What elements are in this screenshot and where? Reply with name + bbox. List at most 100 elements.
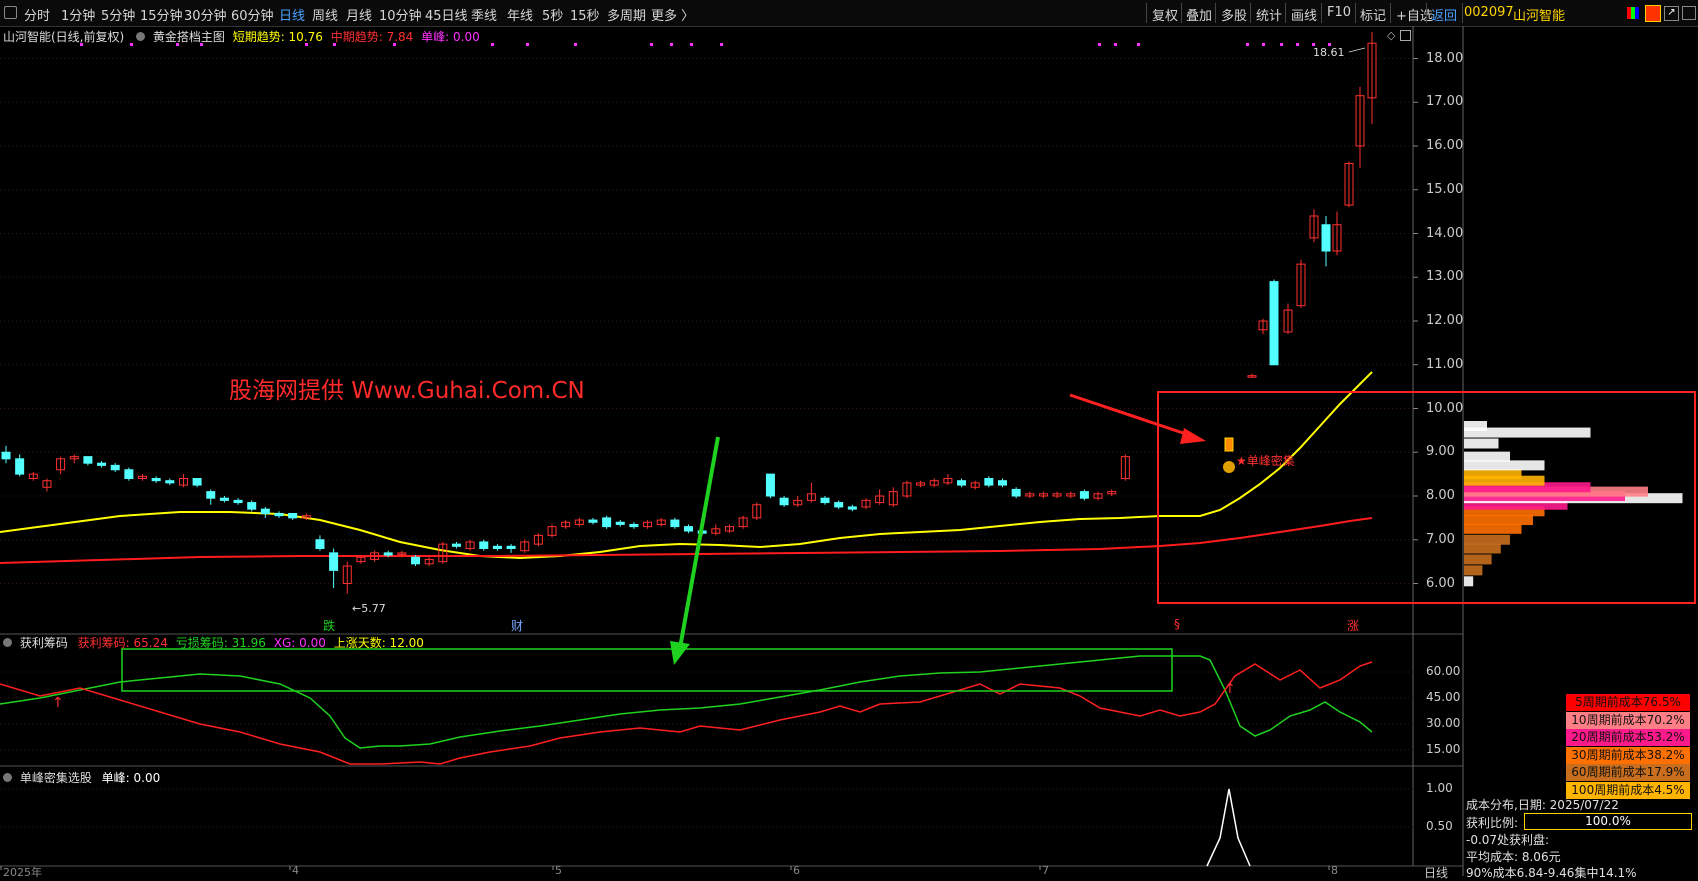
signal-dot (393, 43, 396, 46)
candle-body (315, 539, 325, 549)
highlight-box-green (121, 648, 1173, 692)
chip-band (1464, 576, 1474, 587)
sub1-axis-label: 45.00 (1426, 689, 1461, 704)
candle-body (411, 556, 421, 565)
price-axis-label: 8.00 (1426, 488, 1455, 503)
date-axis-label: 8 (1331, 864, 1338, 877)
candle-body (602, 517, 612, 528)
signal-dot (1280, 43, 1283, 46)
cost90-line: 90%成本6.84-9.46集中14.1% (1466, 866, 1637, 880)
candle-body (629, 523, 639, 528)
price-axis-label: 6.00 (1426, 575, 1455, 591)
candle-body (1269, 281, 1279, 366)
candle-body (615, 521, 625, 525)
sub2-collapse-icon[interactable] (3, 773, 12, 782)
candle-body (288, 513, 298, 519)
signal-dot (1114, 43, 1117, 46)
date-axis-label: 7 (1042, 864, 1049, 877)
avg-cost-line: 平均成本: 8.06元 (1466, 850, 1561, 864)
candle-body (779, 497, 789, 506)
chip-band (1464, 554, 1492, 565)
candle-body (1011, 488, 1021, 497)
candle-body (451, 543, 461, 547)
profit-ratio-box: 100.0% (1524, 813, 1692, 830)
candle-body (984, 478, 994, 486)
buy-arrow-icon: ↑ (1224, 681, 1236, 697)
price-axis-label: 12.00 (1426, 313, 1464, 328)
candle-body (670, 519, 680, 528)
signal-dot (305, 43, 308, 46)
cost-item[interactable]: 5周期前成本76.5% (1566, 694, 1690, 711)
price-axis-label: 15.00 (1426, 181, 1464, 197)
cost-item[interactable]: 10周期前成本70.2% (1566, 711, 1690, 729)
low-price-label: ←5.77 (352, 602, 386, 615)
profit-ratio-value: 100.0% (1585, 814, 1631, 828)
candle-body (124, 469, 134, 479)
profit-price-line: -0.07处获利盘: (1466, 833, 1550, 847)
profit-chips-label: 获利筹码: 65.24 (77, 636, 168, 650)
candle-body (997, 480, 1007, 486)
price-axis-label: 11.00 (1426, 356, 1464, 372)
candle-body (110, 464, 120, 471)
candle-body (1079, 491, 1089, 499)
watermark: 股海网提供 Www.Guhai.Com.CN (229, 378, 585, 404)
chip-band (1464, 469, 1522, 480)
event-marker-section[interactable]: § (1174, 617, 1180, 631)
signal-dot (1262, 43, 1265, 46)
cost-item[interactable]: 60周期前成本17.9% (1566, 764, 1690, 781)
date-axis-label: 5 (555, 864, 562, 877)
annotation-label: ★单峰密集 (1236, 454, 1295, 468)
signal-dot (1137, 43, 1140, 46)
profit-ratio-label: 获利比例: (1466, 816, 1519, 830)
candle-body (329, 552, 339, 571)
signal-dot (574, 43, 577, 46)
xg-label: XG: 0.00 (273, 636, 326, 650)
candle-body (957, 480, 967, 486)
candle-body (233, 499, 243, 504)
candle-body (274, 513, 284, 517)
candle-body (192, 478, 202, 486)
candle-body (260, 508, 270, 514)
signal-dot (670, 43, 673, 46)
cost-item[interactable]: 20周期前成本53.2% (1566, 729, 1690, 746)
event-marker-down[interactable]: 跌 (323, 617, 335, 634)
event-marker-finance[interactable]: 财 (511, 617, 523, 634)
price-axis-label: 9.00 (1426, 444, 1455, 460)
candle-body (83, 456, 93, 464)
date-axis-period: 日线 (1424, 866, 1449, 880)
single-peak-value: 单峰: 0.00 (101, 771, 161, 785)
candle-body (506, 545, 516, 549)
up-days-label: 上涨天数: 12.00 (333, 636, 424, 650)
candle-body (820, 497, 830, 504)
high-price-label: 18.61 (1313, 46, 1345, 59)
signal-dot (130, 43, 133, 46)
signal-dot (526, 43, 529, 46)
sub2-name[interactable]: 单峰密集选股 (20, 771, 92, 785)
candle-body (151, 478, 161, 482)
signal-dot (1246, 43, 1249, 46)
candle-body (15, 458, 25, 475)
signal-dot (1098, 43, 1101, 46)
price-axis-label: 7.00 (1426, 531, 1455, 547)
sub1-name[interactable]: 获利筹码 (20, 636, 68, 650)
sub1-axis-label: 60.00 (1426, 664, 1461, 679)
candle-body (1, 451, 11, 460)
high-pointer (1348, 47, 1366, 53)
sub1-axis-label: 30.00 (1426, 715, 1461, 730)
candle-body (383, 552, 393, 556)
sub2-axis-label: 1.00 (1426, 781, 1453, 795)
chip-band (1464, 565, 1483, 576)
candle-body (588, 519, 598, 523)
cost-item[interactable]: 30周期前成本38.2% (1566, 746, 1690, 764)
date-axis-label: 4 (292, 864, 299, 877)
red-arrow (1069, 393, 1206, 444)
event-marker-up[interactable]: 涨 (1347, 617, 1359, 634)
money-bag-icon (1223, 461, 1235, 473)
sub2-axis-label: 0.50 (1426, 819, 1453, 833)
candle-body (1321, 224, 1331, 252)
candle-body (219, 497, 229, 501)
date-axis-label: 2025年 (3, 866, 42, 879)
candle-body (847, 506, 857, 510)
sub1-collapse-icon[interactable] (3, 638, 12, 647)
buy-arrow-icon: ↑ (52, 695, 64, 711)
